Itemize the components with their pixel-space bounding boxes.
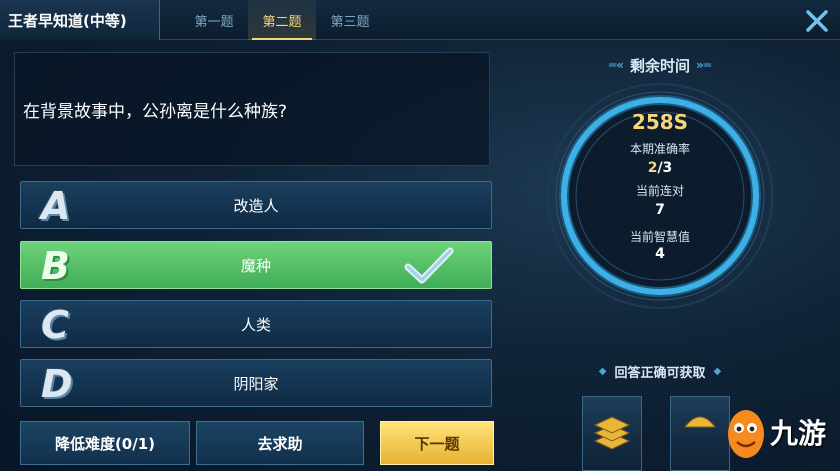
left-diamond-icon: ◆ bbox=[598, 365, 607, 377]
tab-question-2[interactable]: 第二题 bbox=[248, 0, 316, 40]
accuracy-label: 本期准确率 bbox=[629, 142, 690, 156]
option-b[interactable]: B 魔种 bbox=[20, 241, 492, 289]
right-diamond-icon: ◆ bbox=[713, 365, 722, 377]
timer-header: ═« 剩余时间 »═ bbox=[560, 54, 760, 76]
reward-item-1 bbox=[582, 396, 642, 471]
close-button[interactable] bbox=[804, 8, 830, 34]
question-tabs: 第一题 第二题 第三题 bbox=[180, 0, 384, 40]
option-d[interactable]: D 阴阳家 bbox=[20, 359, 492, 407]
accuracy-total: /3 bbox=[657, 160, 673, 176]
option-text: 改造人 bbox=[233, 196, 279, 215]
next-question-button[interactable]: 下一题 bbox=[380, 421, 494, 465]
wisdom-value: 4 bbox=[655, 246, 665, 262]
reward-item-2 bbox=[670, 396, 730, 471]
watermark: 九游 bbox=[724, 402, 840, 468]
streak-value: 7 bbox=[655, 202, 665, 218]
tab-question-3[interactable]: 第三题 bbox=[316, 0, 384, 40]
gold-icon bbox=[683, 416, 717, 428]
timer-ring: 258S 本期准确率 2/3 当前连对 7 当前智慧值 4 bbox=[540, 76, 780, 316]
ask-help-button[interactable]: 去求助 bbox=[196, 421, 364, 465]
top-bar: 王者早知道(中等) 第一题 第二题 第三题 bbox=[0, 0, 840, 40]
time-remaining-value: 258S bbox=[631, 110, 689, 134]
wisdom-label: 当前智慧值 bbox=[629, 230, 690, 244]
reward-label: 回答正确可获取 bbox=[614, 365, 706, 381]
right-ornament-icon: »═ bbox=[696, 58, 711, 72]
timer-label: 剩余时间 bbox=[629, 56, 690, 75]
streak-label: 当前连对 bbox=[635, 184, 684, 198]
question-panel: 在背景故事中，公孙离是什么种族? bbox=[14, 52, 490, 166]
question-text: 在背景故事中，公孙离是什么种族? bbox=[23, 101, 288, 122]
accuracy-value: 2/3 bbox=[540, 160, 780, 176]
lower-difficulty-button[interactable]: 降低难度(0/1) bbox=[20, 421, 190, 465]
page-title: 王者早知道(中等) bbox=[0, 0, 160, 40]
coin-stack-icon bbox=[593, 416, 631, 450]
option-text: 阴阳家 bbox=[233, 374, 279, 393]
option-text: 人类 bbox=[240, 315, 271, 334]
option-c[interactable]: C 人类 bbox=[20, 300, 492, 348]
accuracy-hit: 2 bbox=[647, 160, 658, 176]
checkmark-icon bbox=[404, 247, 454, 284]
tab-question-1[interactable]: 第一题 bbox=[180, 0, 248, 40]
option-a[interactable]: A 改造人 bbox=[20, 181, 492, 229]
watermark-logo-icon bbox=[728, 410, 764, 458]
left-ornament-icon: ═« bbox=[609, 58, 624, 72]
reward-header: ◆ 回答正确可获取 ◆ bbox=[560, 361, 760, 381]
watermark-text: 九游 bbox=[770, 417, 827, 450]
close-icon bbox=[806, 10, 828, 32]
